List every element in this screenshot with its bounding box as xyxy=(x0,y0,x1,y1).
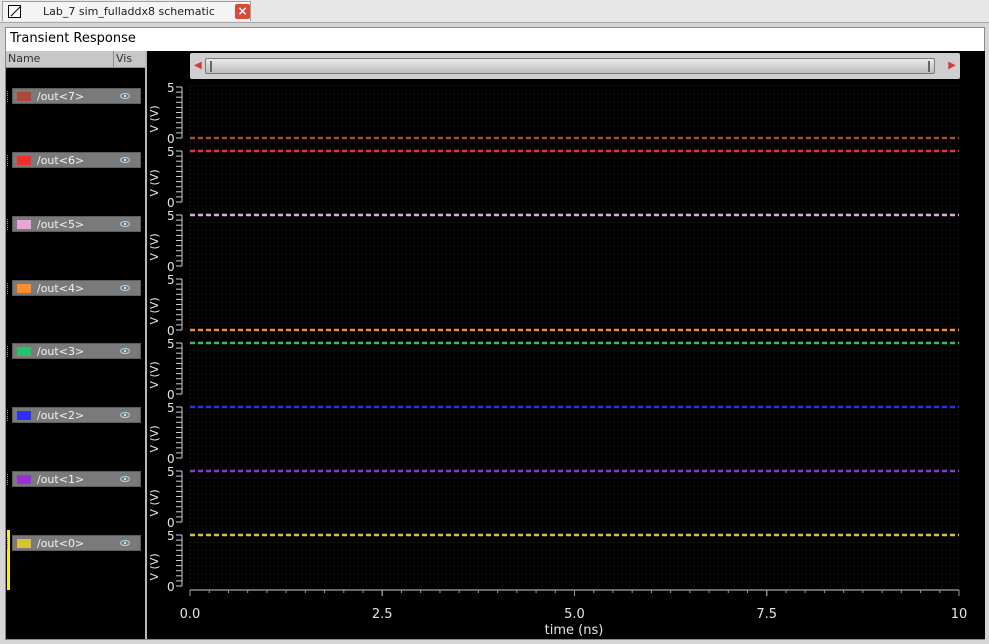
signal-color-swatch xyxy=(17,220,31,229)
drag-handle-icon[interactable] xyxy=(7,410,10,421)
signal-name: /out<4> xyxy=(37,282,85,295)
drag-handle-icon[interactable] xyxy=(7,538,10,549)
signal-row[interactable]: /out<3> xyxy=(7,343,141,359)
signal-name: /out<1> xyxy=(37,473,85,486)
signal-color-swatch xyxy=(17,411,31,420)
name-column-header[interactable]: Name xyxy=(6,51,114,68)
tab-title: Lab_7 sim_fulladdx8 schematic xyxy=(43,5,215,18)
signal-name: /out<2> xyxy=(37,409,85,422)
tab-schematic[interactable]: Lab_7 sim_fulladdx8 schematic × xyxy=(2,1,251,21)
signal-color-swatch xyxy=(17,284,31,293)
left-grip-icon[interactable] xyxy=(210,61,212,72)
eye-icon[interactable] xyxy=(120,93,130,99)
scroll-thumb[interactable] xyxy=(205,58,935,74)
panel-title: Transient Response xyxy=(10,31,136,46)
close-icon[interactable]: × xyxy=(235,4,250,19)
eye-icon[interactable] xyxy=(120,285,130,291)
signal-row[interactable]: /out<5> xyxy=(7,216,141,232)
signal-name: /out<0> xyxy=(37,537,85,550)
right-grip-icon[interactable] xyxy=(928,61,930,72)
signal-name: /out<3> xyxy=(37,345,85,358)
drag-handle-icon[interactable] xyxy=(7,346,10,357)
signal-color-swatch xyxy=(17,539,31,548)
signal-name: /out<7> xyxy=(37,90,85,103)
signal-name: /out<5> xyxy=(37,218,85,231)
eye-icon[interactable] xyxy=(120,157,130,163)
signal-color-swatch xyxy=(17,92,31,101)
signal-color-swatch xyxy=(17,156,31,165)
signal-name: /out<6> xyxy=(37,154,85,167)
drag-handle-icon[interactable] xyxy=(7,283,10,294)
eye-icon[interactable] xyxy=(120,476,130,482)
eye-icon[interactable] xyxy=(120,540,130,546)
drag-handle-icon[interactable] xyxy=(7,219,10,230)
signal-row[interactable]: /out<4> xyxy=(7,280,141,296)
signal-color-swatch xyxy=(17,347,31,356)
drag-handle-icon[interactable] xyxy=(7,91,10,102)
scroll-left-icon[interactable]: ◀ xyxy=(194,60,202,71)
time-scrollbar[interactable]: ◀ ▶ xyxy=(190,53,960,79)
drag-handle-icon[interactable] xyxy=(7,155,10,166)
tab-bar: Lab_7 sim_fulladdx8 schematic × xyxy=(0,0,989,23)
signal-row[interactable]: /out<2> xyxy=(7,407,141,423)
schematic-icon xyxy=(8,5,21,18)
plot-area xyxy=(147,51,985,639)
vis-column-header[interactable]: Vis xyxy=(114,51,145,68)
eye-icon[interactable] xyxy=(120,348,130,354)
signal-row[interactable]: /out<0> xyxy=(7,535,141,551)
drag-handle-icon[interactable] xyxy=(7,474,10,485)
scroll-right-icon[interactable]: ▶ xyxy=(948,60,956,71)
signal-row[interactable]: /out<7> xyxy=(7,88,141,104)
signal-row[interactable]: /out<6> xyxy=(7,152,141,168)
eye-icon[interactable] xyxy=(120,412,130,418)
signal-color-swatch xyxy=(17,475,31,484)
eye-icon[interactable] xyxy=(120,221,130,227)
signal-row[interactable]: /out<1> xyxy=(7,471,141,487)
